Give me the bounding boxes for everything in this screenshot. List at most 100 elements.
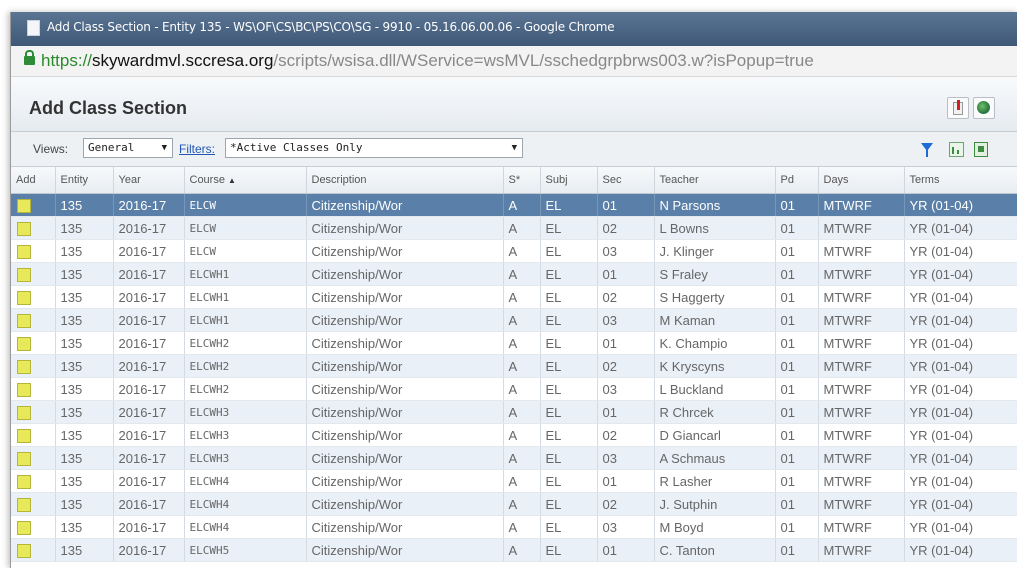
- class-section-grid: Add Entity Year Course ▲ Description S* S…: [11, 167, 1017, 568]
- cell-pd: 01: [775, 193, 819, 217]
- filters-link[interactable]: Filters:: [179, 142, 215, 156]
- add-checkbox[interactable]: [17, 497, 31, 512]
- cell-course: ELCWH1: [184, 262, 307, 286]
- column-header-add[interactable]: Add: [11, 167, 56, 194]
- table-row[interactable]: 135 2016-17 ELCW Citizenship/Wor A EL 01 N Pars…: [11, 193, 1017, 217]
- add-checkbox[interactable]: [17, 382, 31, 397]
- url-path: /scripts/wsisa.dll/WService=wsMVL/ssched…: [273, 51, 814, 70]
- table-row[interactable]: 135 2016-17 ELCWH4 Citizenship/Wor A EL 01 R La…: [11, 469, 1017, 493]
- add-checkbox[interactable]: [17, 313, 31, 328]
- cell-entity: 135: [55, 308, 114, 332]
- title-bar[interactable]: Add Class Section - Entity 135 - WS\OF\C…: [11, 12, 1017, 46]
- globe-icon[interactable]: [973, 97, 995, 119]
- column-header-terms[interactable]: Terms: [904, 167, 1017, 194]
- address-bar[interactable]: https://skywardmvl.sccresa.org/scripts/w…: [11, 46, 1017, 77]
- table-row[interactable]: 135 2016-17 ELCWH1 Citizenship/Wor A EL 01 S Fr…: [11, 262, 1017, 286]
- add-cell: [11, 492, 56, 516]
- column-header-subject[interactable]: Subj: [540, 167, 598, 194]
- cell-entity: 135: [55, 239, 114, 263]
- cell-description: Citizenship/Wor: [306, 193, 504, 217]
- table-row[interactable]: 135 2016-17 ELCWH3 Citizenship/Wor A EL 01 R Ch…: [11, 400, 1017, 424]
- chart-icon[interactable]: [949, 142, 964, 157]
- table-row[interactable]: 135 2016-17 ELCWH2 Citizenship/Wor A EL 01 K. C…: [11, 331, 1017, 355]
- cell-teacher: R Lasher: [654, 469, 776, 493]
- table-row[interactable]: 135 2016-17 ELCWH3 Citizenship/Wor A EL 03 A Sc…: [11, 446, 1017, 470]
- cell-entity: 135: [55, 216, 114, 240]
- cell-pd: 01: [775, 400, 819, 424]
- add-checkbox[interactable]: [17, 221, 31, 236]
- column-header-course[interactable]: Course ▲: [184, 167, 307, 194]
- cell-teacher: L Buckland: [654, 377, 776, 401]
- cell-subj: EL: [540, 331, 598, 355]
- page-title: Add Class Section: [29, 98, 188, 118]
- cell-teacher: M Boyd: [654, 515, 776, 539]
- column-header-description[interactable]: Description: [306, 167, 504, 194]
- table-row[interactable]: 135 2016-17 ELCW Citizenship/Wor A EL 02 L Bown…: [11, 216, 1017, 240]
- filters-select[interactable]: *Active Classes Only ▼: [225, 138, 523, 158]
- cell-course: ELCWH3: [184, 423, 307, 447]
- cell-days: MTWRF: [818, 446, 905, 470]
- table-row[interactable]: 135 2016-17 ELCW Citizenship/Wor A EL 03 J. Kli…: [11, 239, 1017, 263]
- cell-entity: 135: [55, 423, 114, 447]
- add-checkbox[interactable]: [17, 290, 31, 305]
- class-section-table: Add Entity Year Course ▲ Description S* S…: [11, 167, 1017, 562]
- add-checkbox[interactable]: [17, 474, 31, 489]
- cell-teacher: R Chrcek: [654, 400, 776, 424]
- table-row[interactable]: 135 2016-17 ELCWH2 Citizenship/Wor A EL 03 L Bu…: [11, 377, 1017, 401]
- cell-entity: 135: [55, 193, 114, 217]
- column-header-year[interactable]: Year: [113, 167, 185, 194]
- column-header-teacher[interactable]: Teacher: [654, 167, 776, 194]
- cell-description: Citizenship/Wor: [306, 492, 504, 516]
- column-header-entity[interactable]: Entity: [55, 167, 114, 194]
- column-header-section[interactable]: Sec: [597, 167, 655, 194]
- cell-sec: 02: [597, 354, 655, 378]
- table-row[interactable]: 135 2016-17 ELCWH4 Citizenship/Wor A EL 02 J. S…: [11, 492, 1017, 516]
- column-header-days[interactable]: Days: [818, 167, 905, 194]
- column-header-period[interactable]: Pd: [775, 167, 819, 194]
- funnel-icon[interactable]: [921, 143, 933, 157]
- views-select[interactable]: General ▼: [83, 138, 173, 158]
- table-row[interactable]: 135 2016-17 ELCWH3 Citizenship/Wor A EL 02 D Gi…: [11, 423, 1017, 447]
- table-row[interactable]: 135 2016-17 ELCWH4 Citizenship/Wor A EL 03 M Bo…: [11, 515, 1017, 539]
- cell-year: 2016-17: [113, 377, 185, 401]
- table-row[interactable]: 135 2016-17 ELCWH1 Citizenship/Wor A EL 03 M Ka…: [11, 308, 1017, 332]
- cell-entity: 135: [55, 354, 114, 378]
- cell-days: MTWRF: [818, 285, 905, 309]
- cell-sec: 02: [597, 492, 655, 516]
- cell-teacher: N Parsons: [654, 193, 776, 217]
- export-icon[interactable]: [974, 142, 988, 157]
- cell-days: MTWRF: [818, 262, 905, 286]
- table-row[interactable]: 135 2016-17 ELCWH1 Citizenship/Wor A EL 02 S Ha…: [11, 285, 1017, 309]
- add-checkbox[interactable]: [17, 267, 31, 282]
- cell-entity: 135: [55, 492, 114, 516]
- add-checkbox[interactable]: [17, 359, 31, 374]
- cell-s: A: [503, 377, 541, 401]
- add-checkbox[interactable]: [17, 198, 31, 213]
- cell-entity: 135: [55, 538, 114, 562]
- add-checkbox[interactable]: [17, 244, 31, 259]
- cell-terms: YR (01-04): [904, 469, 1017, 493]
- table-row[interactable]: 135 2016-17 ELCWH5 Citizenship/Wor A EL 01 C. T…: [11, 538, 1017, 562]
- cell-year: 2016-17: [113, 262, 185, 286]
- cell-subj: EL: [540, 538, 598, 562]
- add-checkbox[interactable]: [17, 405, 31, 420]
- add-checkbox[interactable]: [17, 543, 31, 558]
- cell-year: 2016-17: [113, 308, 185, 332]
- add-checkbox[interactable]: [17, 520, 31, 535]
- cell-days: MTWRF: [818, 538, 905, 562]
- add-checkbox[interactable]: [17, 336, 31, 351]
- cell-description: Citizenship/Wor: [306, 216, 504, 240]
- cell-days: MTWRF: [818, 492, 905, 516]
- add-checkbox[interactable]: [17, 428, 31, 443]
- browser-window: Add Class Section - Entity 135 - WS\OF\C…: [10, 12, 1017, 568]
- report-icon[interactable]: [947, 97, 969, 119]
- cell-sec: 02: [597, 285, 655, 309]
- cell-days: MTWRF: [818, 423, 905, 447]
- cell-entity: 135: [55, 331, 114, 355]
- cell-subj: EL: [540, 423, 598, 447]
- cell-year: 2016-17: [113, 423, 185, 447]
- table-row[interactable]: 135 2016-17 ELCWH2 Citizenship/Wor A EL 02 K Kr…: [11, 354, 1017, 378]
- url-text[interactable]: https://skywardmvl.sccresa.org/scripts/w…: [41, 51, 814, 71]
- column-header-status[interactable]: S*: [503, 167, 541, 194]
- add-checkbox[interactable]: [17, 451, 31, 466]
